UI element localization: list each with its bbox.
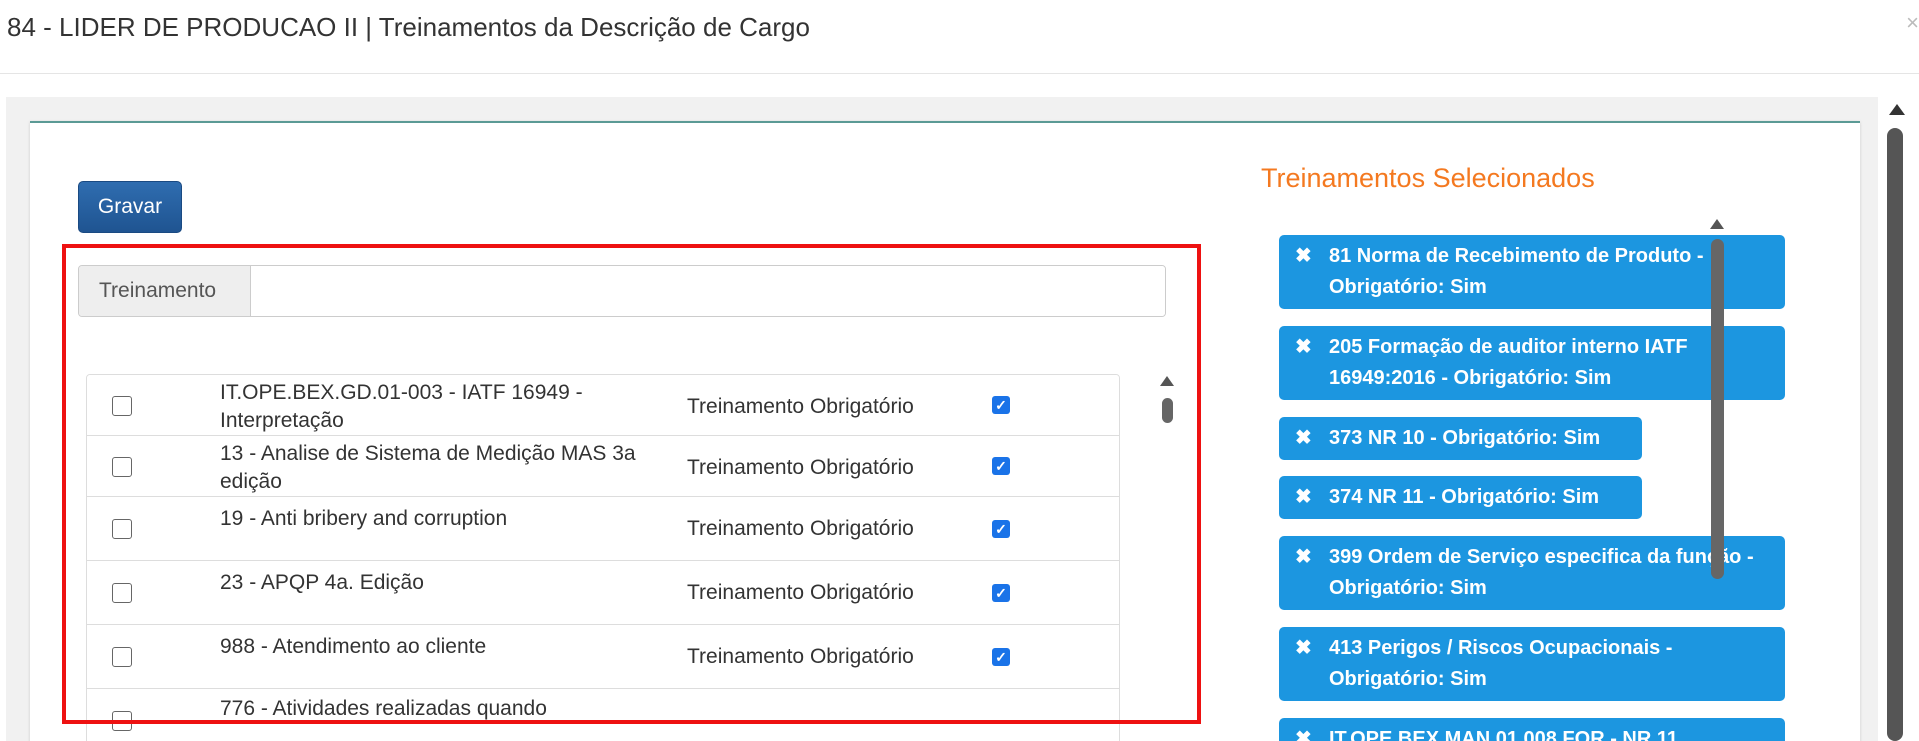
selected-training-chip: ✖ IT.OPE.BEX.MAN.01.008 FOR - NR 11: [1279, 718, 1785, 741]
modal-header: 84 - LIDER DE PRODUCAO II | Treinamentos…: [0, 0, 1919, 74]
selected-list-scrollbar[interactable]: [1711, 239, 1724, 579]
modal-title: 84 - LIDER DE PRODUCAO II | Treinamentos…: [7, 12, 810, 42]
highlight-annotation: [62, 244, 1201, 724]
selected-training-chip: ✖ 374 NR 11 - Obrigatório: Sim: [1279, 476, 1642, 519]
selected-training-chip: ✖ 373 NR 10 - Obrigatório: Sim: [1279, 417, 1642, 460]
chip-label: 374 NR 11 - Obrigatório: Sim: [1329, 486, 1600, 508]
remove-icon[interactable]: ✖: [1295, 542, 1312, 573]
remove-icon[interactable]: ✖: [1295, 423, 1312, 454]
chip-label: 413 Perigos / Riscos Ocupacionais - Obri…: [1329, 637, 1673, 690]
remove-icon[interactable]: ✖: [1295, 724, 1312, 741]
chip-label: 373 NR 10 - Obrigatório: Sim: [1329, 427, 1601, 449]
chip-label: 399 Ordem de Serviço especifica da funçã…: [1329, 546, 1754, 599]
chip-label: 205 Formação de auditor interno IATF 169…: [1329, 336, 1688, 389]
scroll-arrow-up-icon[interactable]: [1889, 104, 1905, 115]
close-icon[interactable]: ×: [1906, 10, 1919, 36]
chip-label: IT.OPE.BEX.MAN.01.008 FOR - NR 11: [1329, 728, 1678, 741]
modal-body: Gravar Treinamento IT.OPE.BEX.GD.01-003 …: [6, 97, 1878, 741]
remove-icon[interactable]: ✖: [1295, 332, 1312, 363]
remove-icon[interactable]: ✖: [1295, 241, 1312, 272]
chip-label: 81 Norma de Recebimento de Produto - Obr…: [1329, 245, 1704, 298]
selected-training-chip: ✖ 205 Formação de auditor interno IATF 1…: [1279, 326, 1785, 400]
selected-trainings-title: Treinamentos Selecionados: [1261, 163, 1595, 193]
content-panel: Gravar Treinamento IT.OPE.BEX.GD.01-003 …: [30, 121, 1860, 741]
page-scrollbar[interactable]: [1887, 128, 1903, 741]
selected-training-chip: ✖ 399 Ordem de Serviço especifica da fun…: [1279, 536, 1785, 610]
remove-icon[interactable]: ✖: [1295, 482, 1312, 513]
scroll-arrow-up-icon[interactable]: [1710, 219, 1724, 229]
remove-icon[interactable]: ✖: [1295, 633, 1312, 664]
save-button[interactable]: Gravar: [78, 181, 182, 233]
selected-training-chip: ✖ 413 Perigos / Riscos Ocupacionais - Ob…: [1279, 627, 1785, 701]
selected-training-chip: ✖ 81 Norma de Recebimento de Produto - O…: [1279, 235, 1785, 309]
